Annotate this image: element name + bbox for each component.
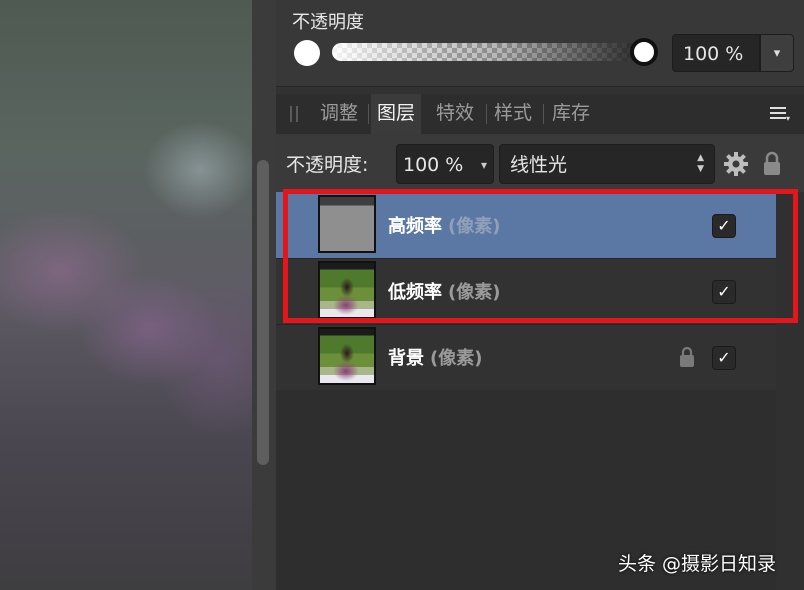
panel-menu-icon[interactable]: ▾ — [770, 104, 792, 124]
gear-icon[interactable] — [722, 150, 750, 178]
layer-thumbnail — [318, 327, 376, 385]
tab-stock[interactable]: 库存 — [546, 94, 596, 134]
layer-name: 背景 — [388, 348, 424, 369]
tab-divider — [543, 104, 544, 124]
blend-mode-value: 线性光 — [510, 154, 568, 176]
visibility-checkbox[interactable]: ✓ — [712, 346, 736, 370]
layer-opacity-select[interactable]: 100 % ▾ — [396, 144, 494, 184]
canvas-scrollbar[interactable] — [252, 0, 276, 590]
opacity-dropdown-button[interactable]: ▾ — [760, 34, 794, 72]
opacity-value-field[interactable]: 100 % — [672, 34, 760, 72]
layer-controls: 不透明度: 100 % ▾ 线性光 ▲ ▼ — [276, 134, 804, 192]
annotation-highlight-box — [283, 189, 798, 323]
tab-adjustments[interactable]: 调整 — [314, 94, 364, 134]
layer-opacity-value: 100 % — [403, 154, 464, 176]
tab-divider — [486, 104, 487, 124]
blend-mode-select[interactable]: 线性光 ▲ ▼ — [499, 144, 715, 184]
slider-knob[interactable] — [630, 38, 658, 66]
opacity-title: 不透明度 — [292, 12, 364, 33]
slider-fill — [332, 43, 644, 61]
color-swatch[interactable] — [294, 40, 320, 66]
opacity-slider[interactable] — [332, 38, 658, 66]
tab-divider — [368, 104, 369, 124]
chevron-down-icon: ▾ — [480, 158, 487, 172]
scrollbar-thumb[interactable] — [257, 160, 269, 465]
layer-type: (像素) — [430, 348, 483, 369]
tab-layers[interactable]: 图层 — [371, 94, 422, 134]
tab-effects[interactable]: 特效 — [430, 94, 480, 134]
layer-row-background[interactable]: 背景 (像素) ✓ — [276, 324, 776, 391]
watermark-text: 头条 @摄影日知录 — [618, 553, 777, 575]
layer-opacity-label: 不透明度: — [286, 154, 369, 176]
lock-icon[interactable] — [762, 151, 782, 177]
tab-styles[interactable]: 样式 — [488, 94, 538, 134]
lock-icon[interactable] — [679, 346, 695, 368]
drag-grip-icon[interactable] — [290, 106, 298, 122]
panel-tabs: 调整 图层 特效 样式 库存 ▾ — [276, 94, 804, 134]
opacity-section: 不透明度 100 % ▾ — [276, 0, 804, 87]
updown-arrows-icon: ▲ ▼ — [697, 153, 704, 174]
canvas-view[interactable] — [0, 0, 252, 590]
